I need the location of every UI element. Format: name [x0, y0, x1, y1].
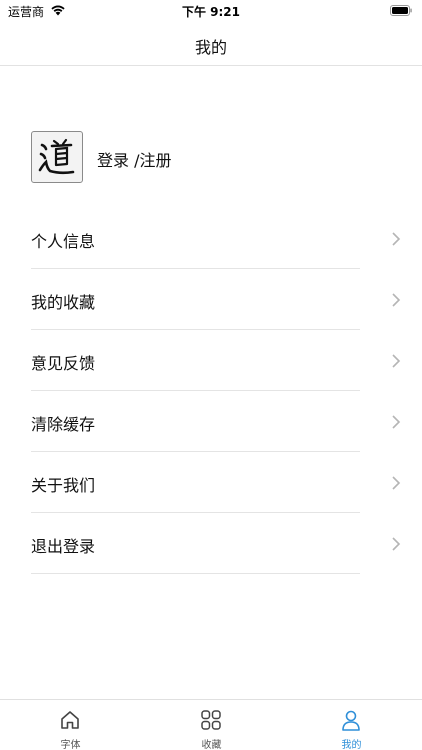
menu-item-label: 清除缓存 [31, 415, 96, 434]
menu-item-label: 我的收藏 [31, 293, 96, 312]
person-icon [342, 710, 360, 731]
battery-icon [390, 5, 412, 16]
login-row[interactable]: 登录 /注册 [31, 131, 371, 183]
tab-bar: 字体 收藏 我的 [0, 699, 422, 750]
tab-mine[interactable]: 我的 [281, 700, 422, 750]
menu-item-my-favorites[interactable]: 我的收藏 [0, 269, 422, 330]
menu-item-label: 个人信息 [31, 232, 96, 251]
menu-item-feedback[interactable]: 意见反馈 [0, 330, 422, 391]
avatar[interactable] [31, 131, 83, 183]
grid-icon [201, 710, 221, 730]
chevron-right-icon [392, 415, 401, 429]
tab-label: 我的 [341, 740, 362, 750]
page-title: 我的 [194, 38, 227, 57]
chevron-right-icon [392, 354, 401, 368]
chevron-right-icon [392, 476, 401, 490]
divider [31, 573, 360, 574]
menu-item-label: 退出登录 [31, 537, 96, 556]
login-register-label[interactable]: 登录 /注册 [97, 147, 171, 171]
tab-favorites[interactable]: 收藏 [141, 700, 282, 750]
tab-fonts[interactable]: 字体 [0, 700, 141, 750]
calligraphy-avatar-icon [38, 138, 75, 175]
status-bar: 运营商 下午 9:21 [0, 0, 422, 22]
tab-label: 字体 [60, 740, 81, 750]
tab-label: 收藏 [201, 740, 222, 750]
menu-item-label: 意见反馈 [31, 354, 96, 373]
menu-item-personal-info[interactable]: 个人信息 [0, 208, 422, 269]
menu-item-about-us[interactable]: 关于我们 [0, 452, 422, 513]
menu-item-logout[interactable]: 退出登录 [0, 513, 422, 574]
chevron-right-icon [392, 537, 401, 551]
menu-item-label: 关于我们 [31, 476, 96, 495]
chevron-right-icon [392, 293, 401, 307]
chevron-right-icon [392, 232, 401, 246]
menu-item-clear-cache[interactable]: 清除缓存 [0, 391, 422, 452]
navigation-bar: 我的 [0, 22, 422, 66]
settings-menu: 个人信息 我的收藏 意见反馈 清除缓存 关于我们 退出登录 [0, 208, 422, 574]
home-icon [61, 711, 79, 729]
status-time: 下午 9:21 [181, 5, 241, 19]
